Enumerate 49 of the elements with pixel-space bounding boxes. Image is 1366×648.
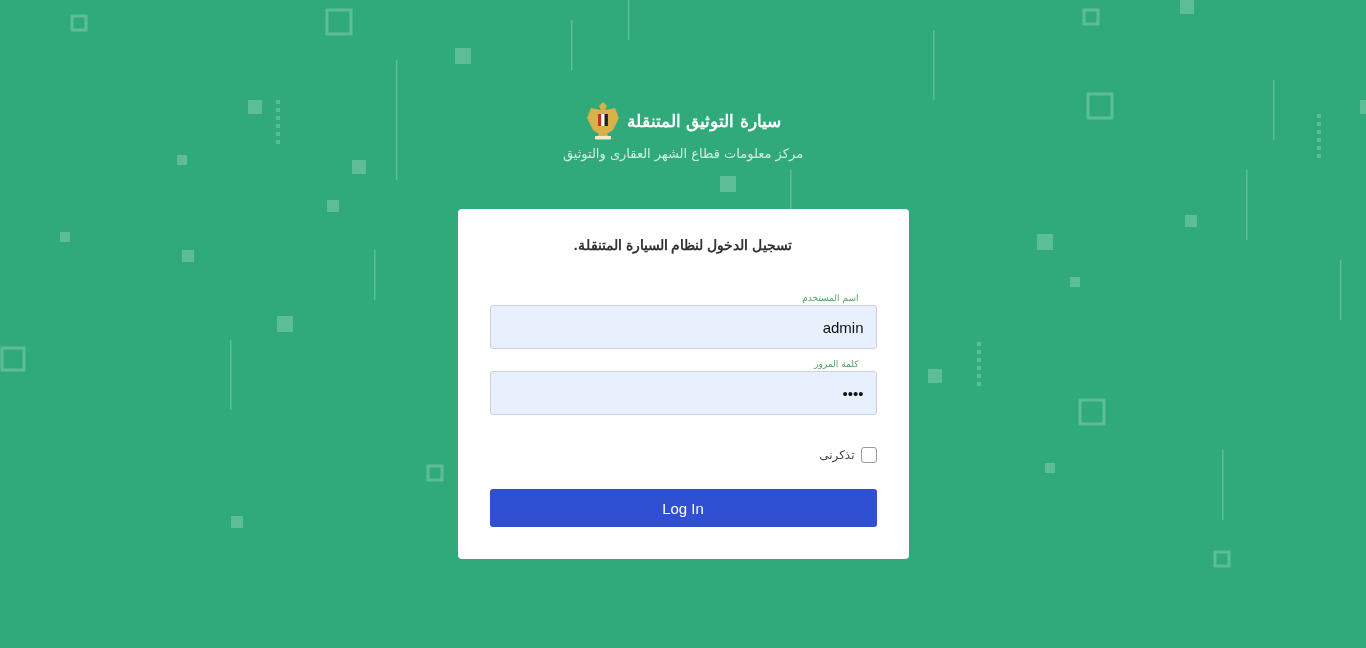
- line-decoration: [571, 20, 573, 70]
- square-outline-decoration: [1213, 550, 1231, 568]
- square-decoration: [1045, 463, 1055, 473]
- square-decoration: [1180, 0, 1194, 14]
- line-decoration: [374, 250, 376, 300]
- square-decoration: [60, 232, 70, 242]
- line-decoration: [790, 170, 792, 210]
- line-decoration: [1222, 450, 1224, 520]
- line-decoration: [1273, 80, 1275, 140]
- login-button[interactable]: Log In: [489, 489, 877, 527]
- dotted-line-decoration: [977, 342, 981, 386]
- dotted-line-decoration: [276, 100, 280, 144]
- square-outline-decoration: [70, 14, 88, 32]
- line-decoration: [1340, 260, 1342, 320]
- square-outline-decoration: [325, 8, 353, 36]
- line-decoration: [933, 30, 935, 100]
- square-decoration: [1037, 234, 1053, 250]
- square-decoration: [1360, 100, 1366, 114]
- square-decoration: [455, 48, 471, 64]
- square-decoration: [720, 176, 736, 192]
- square-decoration: [231, 516, 243, 528]
- square-outline-decoration: [426, 464, 444, 482]
- square-decoration: [277, 316, 293, 332]
- line-decoration: [230, 340, 232, 410]
- eagle-emblem-icon: [584, 100, 621, 142]
- square-decoration: [1070, 277, 1080, 287]
- app-subtitle: مركز معلومات قطاع الشهر العقارى والتوثيق: [562, 146, 804, 161]
- square-decoration: [177, 155, 187, 165]
- square-decoration: [352, 160, 366, 174]
- input-field[interactable]: ••••: [489, 371, 877, 415]
- square-decoration: [248, 100, 262, 114]
- square-outline-decoration: [1086, 92, 1114, 120]
- square-outline-decoration: [1082, 8, 1100, 26]
- square-decoration: [928, 369, 942, 383]
- field-label: كلمة المرور: [814, 359, 859, 369]
- login-title: تسجيل الدخول لنظام السيارة المتنقلة.: [573, 237, 793, 253]
- square-outline-decoration: [1078, 398, 1106, 426]
- dotted-line-decoration: [1317, 114, 1321, 158]
- line-decoration: [628, 0, 630, 40]
- square-decoration: [327, 200, 339, 212]
- field-label: اسم المستخدم: [802, 293, 859, 303]
- line-decoration: [1246, 170, 1248, 240]
- app-title: سيارة التوثيق المتنقلة: [626, 111, 782, 131]
- remember-checkbox[interactable]: [860, 447, 877, 463]
- square-decoration: [1185, 215, 1197, 227]
- square-outline-decoration: [0, 346, 26, 372]
- remember-label: تذكرنى: [819, 448, 855, 462]
- square-decoration: [182, 250, 194, 262]
- input-field[interactable]: admin: [489, 305, 877, 349]
